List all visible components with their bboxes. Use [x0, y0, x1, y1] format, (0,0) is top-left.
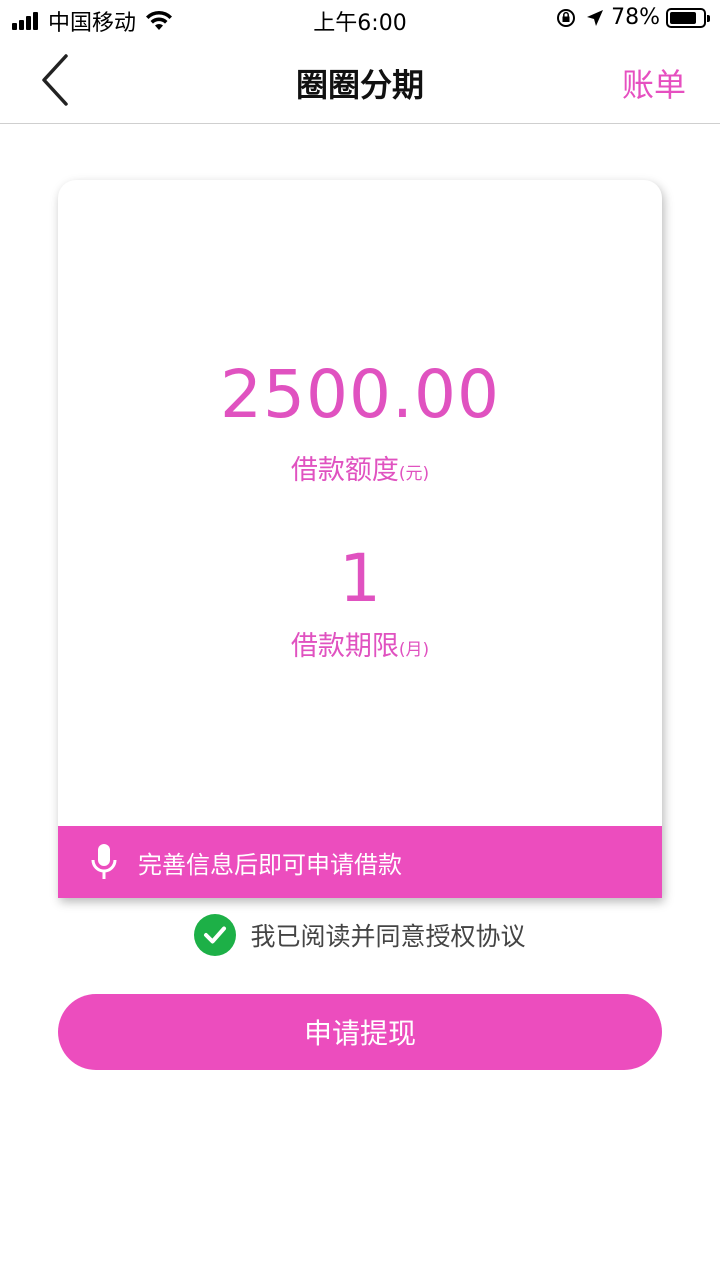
notice-bar[interactable]: 完善信息后即可申请借款 [58, 826, 662, 898]
bill-button[interactable]: 账单 [622, 60, 686, 106]
loan-amount: 2500.00 [220, 356, 500, 433]
agreement-text[interactable]: 我已阅读并同意授权协议 [250, 917, 525, 953]
agreement-row[interactable]: 我已阅读并同意授权协议 [0, 914, 720, 956]
microphone-icon [91, 844, 117, 879]
page-title: 圈圈分期 [295, 66, 424, 104]
nav-bar: 圈圈分期 账单 [0, 38, 720, 124]
status-right: 78% [555, 5, 710, 30]
checkmark-icon [204, 926, 227, 944]
apply-withdraw-button[interactable]: 申请提现 [58, 994, 662, 1070]
amount-label-text: 借款额度 [290, 455, 399, 486]
loan-term-label: 借款期限(月) [58, 624, 662, 663]
term-unit: (月) [398, 640, 430, 660]
check-circle-icon[interactable] [194, 914, 237, 956]
battery-percent: 78% [611, 5, 660, 30]
loan-card: 2500.00 借款额度(元) 1 借款期限(月) 完善信息后即可申请借款 [58, 180, 662, 898]
notice-text: 完善信息后即可申请借款 [138, 850, 402, 879]
amount-unit: (元) [398, 464, 430, 484]
orientation-lock-icon [557, 8, 576, 27]
loan-term: 1 [339, 540, 381, 617]
status-bar: 中国移动 上午6:00 78% [0, 0, 720, 38]
term-label-text: 借款期限 [290, 631, 399, 662]
location-icon [587, 9, 604, 26]
battery-icon [666, 7, 710, 28]
loan-amount-label: 借款额度(元) [58, 448, 662, 487]
